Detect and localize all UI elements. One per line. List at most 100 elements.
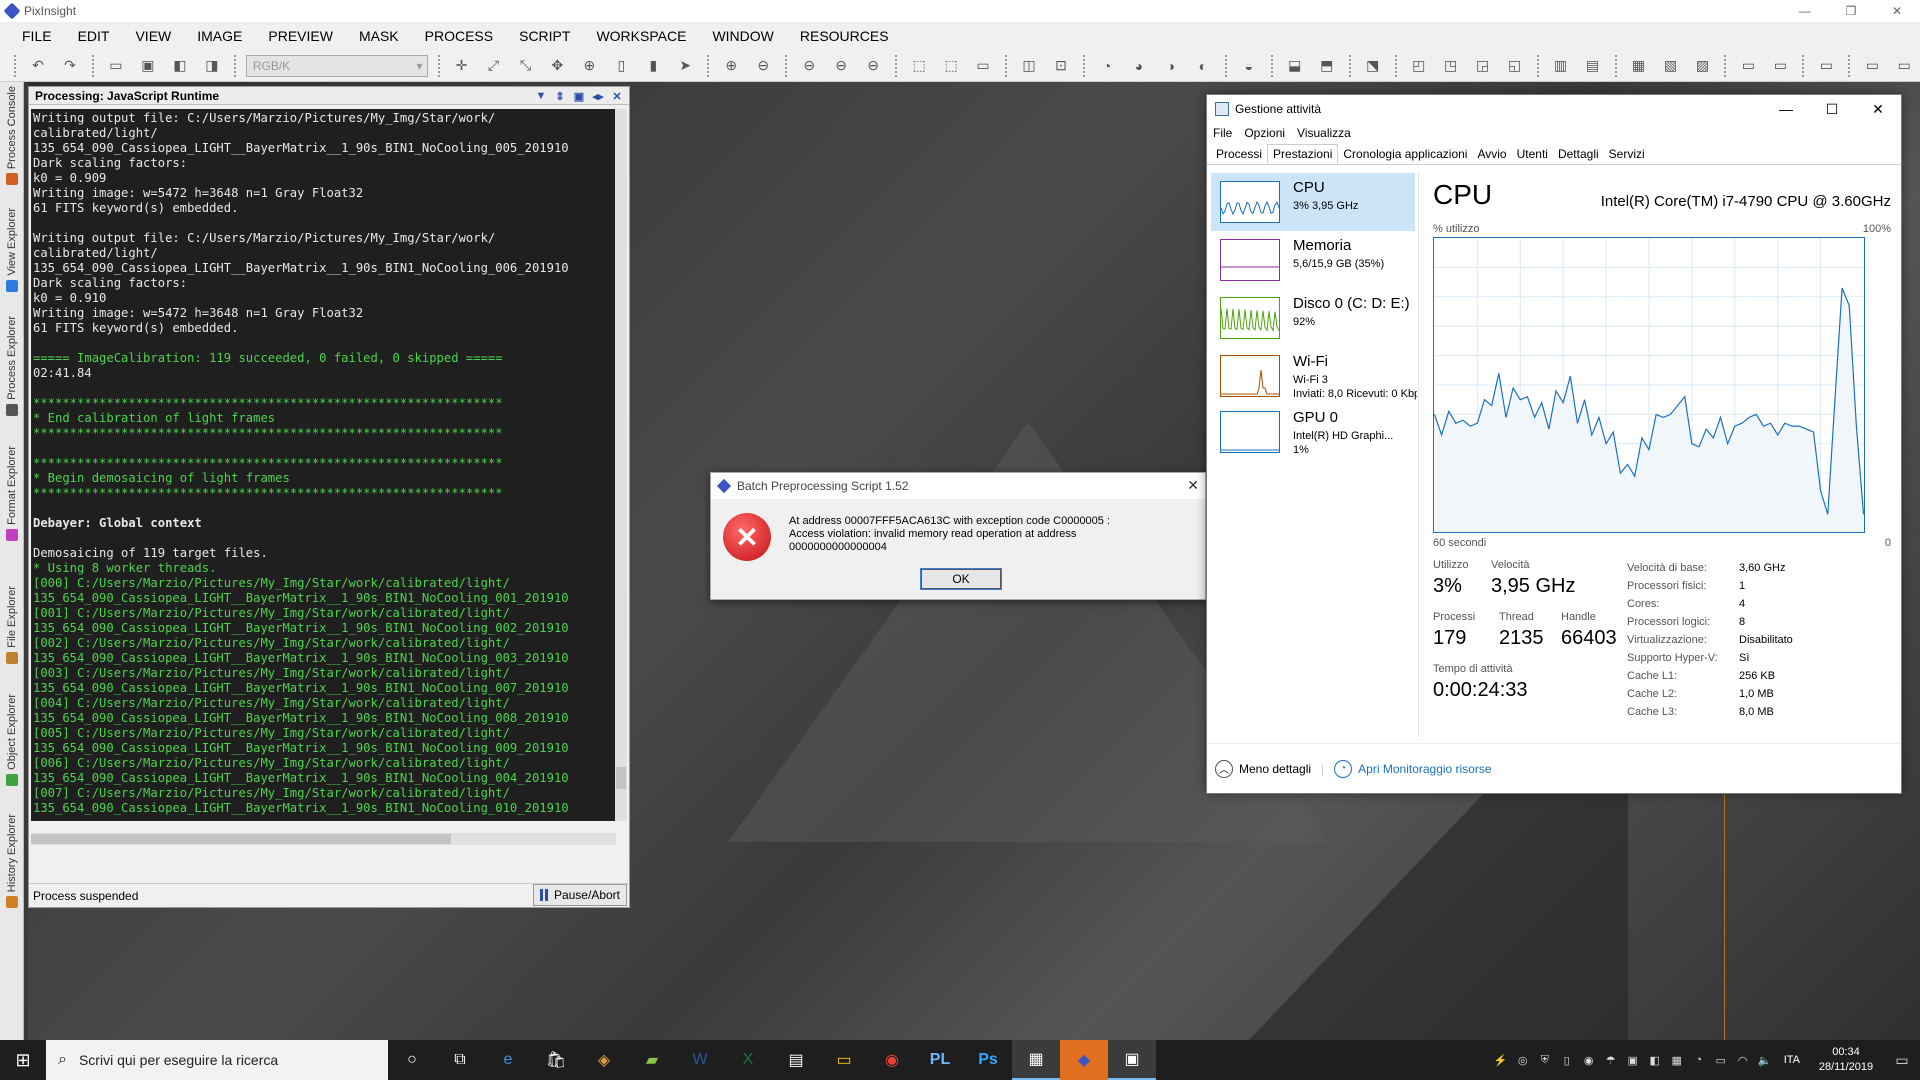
pl-app-icon[interactable]: PL: [916, 1040, 964, 1080]
close-icon[interactable]: ✕: [609, 89, 625, 103]
app-taskbar-icon[interactable]: ▣: [1108, 1040, 1156, 1080]
preview-icon[interactable]: ◳: [1440, 55, 1462, 77]
mask-icon[interactable]: ◑: [1160, 55, 1182, 77]
language-indicator[interactable]: ITA: [1784, 1054, 1800, 1066]
volume-icon[interactable]: 🔈: [1754, 1054, 1776, 1067]
taskbar-search[interactable]: ⌕ Scrivi qui per eseguire la ricerca: [46, 1040, 388, 1080]
excel-icon[interactable]: X: [724, 1040, 772, 1080]
page-icon[interactable]: ▯: [610, 55, 632, 77]
close-icon[interactable]: ✕: [1855, 95, 1901, 123]
pause-abort-button[interactable]: Pause/Abort: [532, 884, 627, 906]
scroll-thumb[interactable]: [616, 767, 626, 789]
menu-resources[interactable]: RESOURCES: [800, 28, 889, 44]
tm-tab-processi[interactable]: Processi: [1211, 144, 1267, 164]
tm-tab-utenti[interactable]: Utenti: [1512, 144, 1553, 164]
view-icon[interactable]: ⬚: [908, 55, 930, 77]
menu-script[interactable]: SCRIPT: [519, 28, 570, 44]
task-manager-taskbar-icon[interactable]: ▦: [1012, 1040, 1060, 1080]
tray-icon[interactable]: ☂: [1600, 1054, 1622, 1067]
monitor-icon[interactable]: ▭: [1769, 55, 1791, 77]
tray-icon[interactable]: ⚡: [1490, 1054, 1512, 1067]
monitor-icon[interactable]: ▭: [1737, 55, 1759, 77]
chrome-icon[interactable]: ◉: [868, 1040, 916, 1080]
panel-icon[interactable]: ▦: [1628, 55, 1650, 77]
file-explorer-icon[interactable]: ▭: [820, 1040, 868, 1080]
tray-icon[interactable]: ◔: [1688, 1054, 1710, 1066]
side-tab-format-explorer[interactable]: Format Explorer: [0, 446, 24, 541]
task-view-icon[interactable]: ⧉: [436, 1040, 484, 1080]
toolbar-tool-icon[interactable]: ◧: [169, 55, 191, 77]
app-icon[interactable]: ▰: [628, 1040, 676, 1080]
toolbar-tool-icon[interactable]: ▣: [137, 55, 159, 77]
tray-icon[interactable]: ▣: [1622, 1054, 1644, 1067]
minimize-icon[interactable]: —: [1782, 0, 1828, 22]
toolbar-tool-icon[interactable]: ▭: [105, 55, 127, 77]
console-output[interactable]: Writing output file: C:/Users/Marzio/Pic…: [31, 109, 616, 821]
minimize-icon[interactable]: —: [1763, 95, 1809, 123]
view-icon[interactable]: ▭: [972, 55, 994, 77]
close-icon[interactable]: ✕: [1187, 477, 1199, 494]
fit-icon[interactable]: ⤢: [482, 55, 504, 77]
zoom-icon[interactable]: ⊖: [830, 55, 852, 77]
console-vertical-scrollbar[interactable]: [615, 109, 627, 821]
menu-process[interactable]: PROCESS: [425, 28, 493, 44]
app-icon[interactable]: ◈: [580, 1040, 628, 1080]
mask-icon[interactable]: ◔: [1096, 55, 1118, 77]
menu-file[interactable]: FILE: [22, 28, 52, 44]
mask-icon[interactable]: ◒: [1238, 55, 1260, 77]
mask-icon[interactable]: ◕: [1128, 55, 1150, 77]
zoom-icon[interactable]: ⊖: [798, 55, 820, 77]
maximize-icon[interactable]: ☐: [1809, 95, 1855, 123]
tm-tab-avvio[interactable]: Avvio: [1472, 144, 1511, 164]
tm-menu-file[interactable]: File: [1213, 126, 1232, 140]
menu-window[interactable]: WINDOW: [712, 28, 773, 44]
undo-icon[interactable]: ↶: [27, 55, 49, 77]
tray-icon[interactable]: ◧: [1644, 1054, 1666, 1067]
toolbar-tool-icon[interactable]: ◨: [201, 55, 223, 77]
move-icon[interactable]: ✛: [451, 55, 473, 77]
panel-icon[interactable]: ▥: [1550, 55, 1572, 77]
monitor-icon[interactable]: ▭: [1815, 55, 1837, 77]
tray-icon[interactable]: ◉: [1578, 1054, 1600, 1067]
tray-icon[interactable]: ◎: [1512, 1054, 1534, 1067]
panel-icon[interactable]: ▨: [1691, 55, 1713, 77]
panel-icon[interactable]: ▤: [1582, 55, 1604, 77]
float-icon[interactable]: ▣: [571, 89, 587, 103]
zoom-out-icon[interactable]: ⊖: [752, 55, 774, 77]
clock[interactable]: 00:34 28/11/2019: [1808, 1045, 1884, 1075]
pin-icon[interactable]: ⇕: [552, 89, 568, 103]
menu-view[interactable]: VIEW: [135, 28, 171, 44]
center-icon[interactable]: ⊕: [578, 55, 600, 77]
tm-tab-cronologia-applicazioni[interactable]: Cronologia applicazioni: [1338, 144, 1472, 164]
image-icon[interactable]: ⬓: [1284, 55, 1306, 77]
menu-preview[interactable]: PREVIEW: [268, 28, 333, 44]
preview-icon[interactable]: ◰: [1408, 55, 1430, 77]
scroll-thumb[interactable]: [31, 834, 451, 844]
view-icon[interactable]: ⬚: [940, 55, 962, 77]
menu-image[interactable]: IMAGE: [197, 28, 242, 44]
pixinsight-taskbar-icon[interactable]: ◆: [1060, 1040, 1108, 1080]
cortana-icon[interactable]: ○: [388, 1040, 436, 1080]
tm-tab-dettagli[interactable]: Dettagli: [1553, 144, 1604, 164]
notepad-icon[interactable]: ▤: [772, 1040, 820, 1080]
photoshop-icon[interactable]: Ps: [964, 1040, 1012, 1080]
tm-tab-servizi[interactable]: Servizi: [1604, 144, 1650, 164]
color-space-select[interactable]: RGB/K ▾: [245, 54, 428, 77]
menu-mask[interactable]: MASK: [359, 28, 399, 44]
perf-item-memoria[interactable]: Memoria 5,6/15,9 GB (35%): [1211, 231, 1415, 289]
tm-menu-visualizza[interactable]: Visualizza: [1297, 126, 1351, 140]
shrink-icon[interactable]: ⤡: [514, 55, 536, 77]
zoom-in-icon[interactable]: ⊕: [720, 55, 742, 77]
wifi-icon[interactable]: ◠: [1732, 1054, 1754, 1067]
tm-tab-prestazioni[interactable]: Prestazioni: [1267, 144, 1339, 164]
restore-icon[interactable]: ❐: [1828, 0, 1874, 22]
side-tab-file-explorer[interactable]: File Explorer: [0, 586, 24, 664]
side-tab-history-explorer[interactable]: History Explorer: [0, 814, 24, 909]
monitor-icon[interactable]: ▭: [1861, 55, 1883, 77]
page2-icon[interactable]: ▮: [642, 55, 664, 77]
filter-icon[interactable]: ▼: [533, 89, 549, 103]
perf-item-cpu[interactable]: CPU 3% 3,95 GHz: [1211, 173, 1415, 231]
perf-item-wi-fi[interactable]: Wi-Fi Wi-Fi 3 Inviati: 8,0 Ricevuti: 0 Kbp…: [1211, 347, 1417, 405]
menu-workspace[interactable]: WORKSPACE: [596, 28, 686, 44]
less-details-link[interactable]: Meno dettagli: [1239, 762, 1311, 776]
